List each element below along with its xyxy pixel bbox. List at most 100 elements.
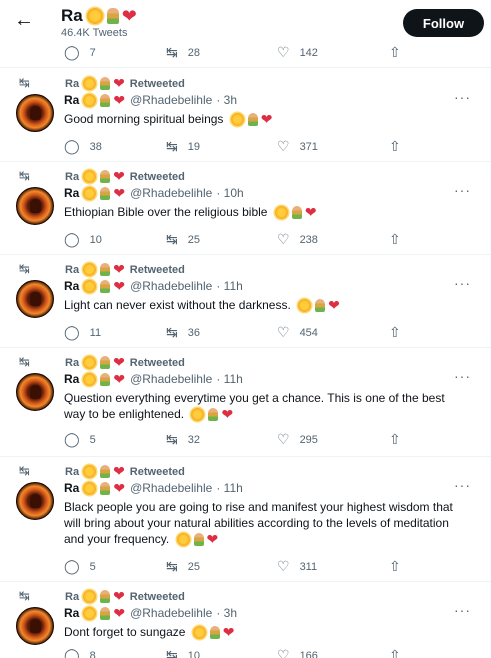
reply-button[interactable]: ◯ 10 xyxy=(64,231,102,248)
retweeted-label: Retweeted xyxy=(129,465,185,478)
retweet-icon: ↹ xyxy=(19,168,30,183)
reply-button[interactable]: ◯ 5 xyxy=(64,431,96,448)
retweeter-name[interactable]: Ra xyxy=(65,591,79,603)
red-heart-emoji-icon: ❤ xyxy=(113,277,126,294)
author-handle[interactable]: @Rhadebelihle xyxy=(130,606,212,620)
share-button[interactable]: ⇧ xyxy=(389,44,411,61)
tweet[interactable]: ↹ Ra ❤ Retweeted Ra ❤ @Rhadebelihle · 10… xyxy=(0,162,491,255)
meditation-emoji-icon xyxy=(100,186,111,200)
like-button[interactable]: ♡ 166 xyxy=(277,647,318,658)
reply-count: 8 xyxy=(89,649,96,658)
like-button[interactable]: ♡ 454 xyxy=(277,324,318,341)
tweet[interactable]: ↹ Ra ❤ Retweeted Ra ❤ @Rhadebelihle · 3h… xyxy=(0,582,491,658)
avatar[interactable] xyxy=(16,94,54,132)
retweet-icon: ↹ xyxy=(19,588,30,603)
like-button[interactable]: ♡ 311 xyxy=(277,558,317,575)
tweet[interactable]: ↹ Ra ❤ Retweeted Ra ❤ @Rhadebelihle · 11… xyxy=(0,348,491,457)
author-name[interactable]: Ra xyxy=(64,186,79,200)
reply-button[interactable]: ◯ 7 xyxy=(64,44,96,61)
follow-button[interactable]: Follow xyxy=(403,9,484,37)
heart-icon: ♡ xyxy=(277,231,290,247)
tweet-text: Ethiopian Bible over the religious bible… xyxy=(64,204,469,220)
sun-emoji-icon xyxy=(192,626,206,640)
tweet[interactable]: ↹ Ra ❤ Retweeted Ra ❤ @Rhadebelihle · 11… xyxy=(0,255,491,348)
like-button[interactable]: ♡ 371 xyxy=(277,138,318,155)
avatar[interactable] xyxy=(16,187,54,225)
reply-icon: ◯ xyxy=(64,231,80,247)
tweet[interactable]: ↹ Ra ❤ Retweeted Ra ❤ @Rhadebelihle · 11… xyxy=(0,457,491,582)
emoji-group: ❤ xyxy=(81,372,126,386)
like-button[interactable]: ♡ 295 xyxy=(277,431,318,448)
avatar[interactable] xyxy=(16,482,54,520)
author-name[interactable]: Ra xyxy=(64,93,79,107)
author-name[interactable]: Ra xyxy=(64,372,79,386)
reply-button[interactable]: ◯ 11 xyxy=(64,324,101,341)
author-name[interactable]: Ra xyxy=(64,481,79,495)
avatar[interactable] xyxy=(16,373,54,411)
retweet-button[interactable]: ↹ 25 xyxy=(166,558,200,575)
like-button[interactable]: ♡ 142 xyxy=(277,44,318,61)
share-button[interactable]: ⇧ xyxy=(389,647,411,658)
retweeted-line: Ra ❤ Retweeted xyxy=(40,169,185,183)
reply-button[interactable]: ◯ 8 xyxy=(64,647,96,658)
avatar[interactable] xyxy=(16,280,54,318)
more-options-icon[interactable]: ··· xyxy=(454,182,471,198)
red-heart-emoji-icon: ❤ xyxy=(304,204,317,221)
more-options-icon[interactable]: ··· xyxy=(454,89,471,105)
reply-button[interactable]: ◯ 38 xyxy=(64,138,102,155)
red-heart-emoji-icon: ❤ xyxy=(221,406,234,423)
author-handle[interactable]: @Rhadebelihle xyxy=(130,186,212,200)
tweet-meta: Ra ❤ @Rhadebelihle · 11h xyxy=(64,277,243,294)
retweet-button[interactable]: ↹ 32 xyxy=(166,431,200,448)
tweet-time[interactable]: · 3h xyxy=(216,93,237,107)
author-handle[interactable]: @Rhadebelihle xyxy=(130,93,212,107)
author-handle[interactable]: @Rhadebelihle xyxy=(130,279,212,293)
tweet-text: Good morning spiritual beings ❤ xyxy=(64,111,469,127)
retweet-button[interactable]: ↹ 36 xyxy=(166,324,200,341)
share-icon: ⇧ xyxy=(389,44,401,60)
share-button[interactable]: ⇧ xyxy=(389,231,411,248)
more-options-icon[interactable]: ··· xyxy=(454,602,471,618)
like-button[interactable]: ♡ 238 xyxy=(277,231,318,248)
retweet-button[interactable]: ↹ 25 xyxy=(166,231,200,248)
share-icon: ⇧ xyxy=(389,324,401,340)
meditation-emoji-icon xyxy=(291,206,302,220)
tweet-actions: ◯ 38 ↹ 19 ♡ 371 ⇧ xyxy=(64,138,414,156)
author-name[interactable]: Ra xyxy=(64,606,79,620)
sun-emoji-icon xyxy=(191,408,205,422)
more-options-icon[interactable]: ··· xyxy=(454,477,471,493)
author-handle[interactable]: @Rhadebelihle xyxy=(130,481,212,495)
red-heart-emoji-icon: ❤ xyxy=(113,479,126,496)
share-button[interactable]: ⇧ xyxy=(389,138,411,155)
retweeter-name[interactable]: Ra xyxy=(65,466,79,478)
back-arrow-icon[interactable]: ← xyxy=(14,10,34,30)
author-name[interactable]: Ra xyxy=(64,279,79,293)
retweet-button[interactable]: ↹ 19 xyxy=(166,138,200,155)
retweet-button[interactable]: ↹ 28 xyxy=(166,44,200,61)
tweet-time[interactable]: · 3h xyxy=(216,606,237,620)
emoji-group: ❤ xyxy=(191,625,236,640)
more-options-icon[interactable]: ··· xyxy=(454,368,471,384)
reply-button[interactable]: ◯ 5 xyxy=(64,558,96,575)
share-button[interactable]: ⇧ xyxy=(389,324,411,341)
tweet-time[interactable]: · 11h xyxy=(216,481,242,495)
sun-emoji-icon xyxy=(83,606,97,620)
retweeter-name[interactable]: Ra xyxy=(65,357,79,369)
tweet-text-content: Question everything everytime you get a … xyxy=(64,391,445,421)
share-button[interactable]: ⇧ xyxy=(389,431,411,448)
tweet[interactable]: ↹ Ra ❤ Retweeted Ra ❤ @Rhadebelihle · 3h… xyxy=(0,69,491,162)
emoji-group: ❤ xyxy=(81,93,126,107)
retweeter-name[interactable]: Ra xyxy=(65,78,79,90)
retweet-button[interactable]: ↹ 10 xyxy=(166,647,200,658)
retweeter-name[interactable]: Ra xyxy=(65,171,79,183)
share-button[interactable]: ⇧ xyxy=(389,558,411,575)
avatar[interactable] xyxy=(16,607,54,645)
author-handle[interactable]: @Rhadebelihle xyxy=(130,372,212,386)
retweet-count: 36 xyxy=(187,326,200,339)
tweet-time[interactable]: · 11h xyxy=(216,279,242,293)
retweeter-name[interactable]: Ra xyxy=(65,264,79,276)
tweet-time[interactable]: · 10h xyxy=(216,186,243,200)
tweet-time[interactable]: · 11h xyxy=(216,372,242,386)
share-icon: ⇧ xyxy=(389,558,401,574)
more-options-icon[interactable]: ··· xyxy=(454,275,471,291)
